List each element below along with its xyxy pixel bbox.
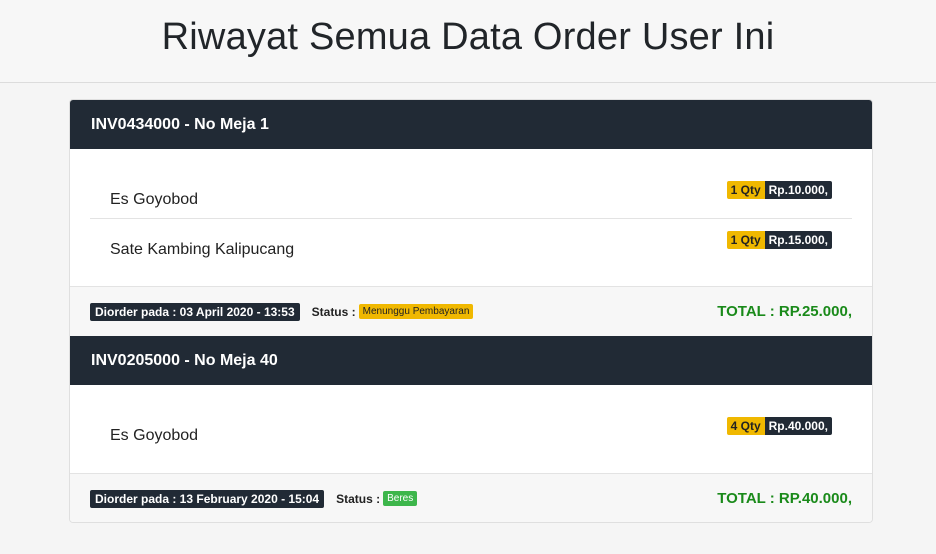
order-meta: Diorder pada : 13 February 2020 - 15:04 … — [90, 489, 418, 508]
item-name: Es Goyobod — [110, 426, 199, 444]
order-items: Es Goyobod 1 Qty Rp.10.000, Sate Kambing… — [70, 149, 872, 286]
order-item: Sate Kambing Kalipucang 1 Qty Rp.15.000, — [90, 218, 852, 268]
page-header: Riwayat Semua Data Order User Ini — [0, 0, 936, 83]
item-badges: 1 Qty Rp.15.000, — [726, 230, 832, 249]
order-total: TOTAL : RP.40.000, — [717, 490, 852, 507]
order-header: INV0205000 - No Meja 40 — [70, 336, 872, 385]
order-date-badge: Diorder pada : 13 February 2020 - 15:04 — [90, 489, 325, 508]
status-label: Status : — [336, 491, 381, 506]
price-badge: Rp.10.000, — [764, 180, 832, 199]
status-label: Status : — [311, 304, 356, 319]
status-badge: Menunggu Pembayaran — [358, 304, 474, 319]
qty-badge: 1 Qty — [726, 180, 765, 199]
order-total: TOTAL : RP.25.000, — [717, 303, 852, 320]
qty-badge: 4 Qty — [726, 416, 765, 435]
orders-card: INV0434000 - No Meja 1 Es Goyobod 1 Qty … — [69, 99, 873, 523]
item-name: Sate Kambing Kalipucang — [110, 240, 295, 258]
price-badge: Rp.15.000, — [764, 230, 832, 249]
price-badge: Rp.40.000, — [764, 416, 832, 435]
order-header: INV0434000 - No Meja 1 — [70, 100, 872, 149]
status-badge: Beres — [383, 491, 418, 506]
item-badges: 1 Qty Rp.10.000, — [726, 180, 832, 199]
qty-badge: 1 Qty — [726, 230, 765, 249]
order-item: Es Goyobod 4 Qty Rp.40.000, — [90, 405, 852, 454]
page-title: Riwayat Semua Data Order User Ini — [161, 15, 775, 58]
order-item: Es Goyobod 1 Qty Rp.10.000, — [90, 169, 852, 218]
order-items: Es Goyobod 4 Qty Rp.40.000, — [70, 385, 872, 473]
order-meta: Diorder pada : 03 April 2020 - 13:53 Sta… — [90, 302, 474, 321]
order-footer: Diorder pada : 13 February 2020 - 15:04 … — [70, 473, 872, 522]
item-badges: 4 Qty Rp.40.000, — [726, 416, 832, 435]
order-footer: Diorder pada : 03 April 2020 - 13:53 Sta… — [70, 286, 872, 336]
item-name: Es Goyobod — [110, 190, 199, 208]
order-date-badge: Diorder pada : 03 April 2020 - 13:53 — [90, 302, 300, 321]
